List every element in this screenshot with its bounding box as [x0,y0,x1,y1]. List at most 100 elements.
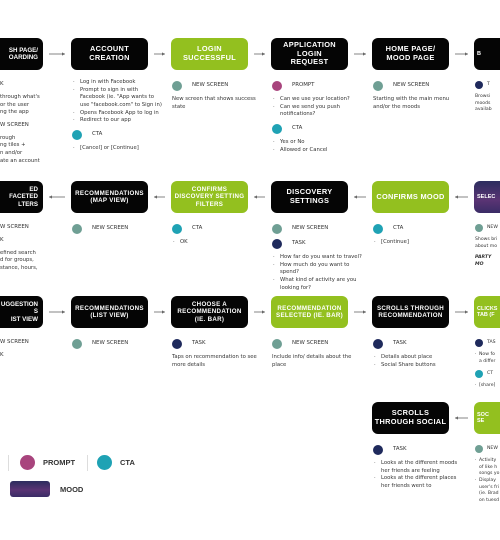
prompt-marker: PROMPT [272,81,364,91]
node-details: NEW SCREEN Include info/ details about th… [272,337,364,374]
new-screen-marker: NEW SCREEN [172,81,264,91]
cta-dot-icon [373,224,383,234]
task-dot-icon [172,339,182,349]
description-text: PARTY MO [475,255,492,267]
task-marker: TAS [475,339,500,347]
prompt-dot-icon [20,455,35,470]
task-dot-icon [373,339,383,349]
bullet-list: Yes or NoAllowed or Cancel [272,139,364,154]
arrow [455,310,468,314]
description-text: Shows bri about mo [475,237,498,249]
marker-label: NEW [487,224,498,230]
marker-label: K [0,351,4,358]
new-screen-dot-icon [272,224,282,234]
bullet-item: Prompt to sign in with Facebook (ie. "Ap… [72,87,164,110]
task-dot-icon [475,81,483,89]
cta-marker: CT [475,370,500,379]
bullet-list: Activity of like h songs yoDisplay user'… [475,458,500,505]
arrow [49,195,65,199]
node-select-mood[interactable]: SELEC [474,181,500,213]
node-login-successful[interactable]: LOGIN SUCCESSFUL [171,38,248,70]
marker-label: NEW SCREEN [92,340,129,347]
marker-label: NEW SCREEN [92,225,129,232]
node-discovery-settings[interactable]: DISCOVERY SETTINGS [271,181,348,213]
node-confirms-discovery-filters[interactable]: CONFIRMS DISCOVERY SETTING FILTERS [171,181,248,213]
legend-divider [87,455,88,471]
task-marker: TASK [272,239,364,249]
marker-label: TASK [393,340,407,347]
new-screen-dot-icon [72,339,82,349]
bullet-item: Social Share buttons [373,362,465,370]
bullet-item: Now fo a differ [475,352,500,365]
legend-label: MOOD [60,484,84,494]
new-screen-marker: NEW [475,445,500,453]
node-details: TASK Looks at the different moods her fri… [373,443,465,496]
marker-label: NEW SCREEN [292,225,329,232]
node-details: NEW SCREEN TASK How far do you want to tra… [272,222,364,297]
arrow [254,195,265,199]
node-splash[interactable]: SH PAGE/ OARDING [0,38,43,70]
task-dot-icon [475,339,483,347]
marker-label: CTA [393,225,404,232]
node-details: NEW SCREEN [72,222,164,239]
legend-divider [8,455,9,471]
node-suggestions-list[interactable]: UGGESTIONS IST VIEW [0,296,43,328]
bullet-list: Now fo a differ [475,352,500,365]
new-screen-marker: NEW SCREEN [272,339,364,349]
bullet-item: Yes or No [272,139,364,147]
new-screen-marker: NEW [475,224,500,232]
marker-label: CTA [92,131,103,138]
node-details: NEW SCREEN New screen that shows success … [172,79,264,116]
legend-cta: CTA [97,455,135,470]
node-details: NEW SCREEN [72,337,164,354]
node-recommendations-map[interactable]: RECOMMENDATIONS (MAP VIEW) [71,181,148,213]
node-details: NEW Shows bri about mo PARTY MO [475,222,500,274]
arrow [455,195,468,199]
node-details: TASK Details about placeSocial Share butt… [373,337,465,374]
new-screen-dot-icon [272,339,282,349]
bullet-list: OK [172,239,264,247]
bullet-item: Allowed or Cancel [272,147,364,155]
marker-label: NEW SCREEN [393,82,430,89]
node-details: Log in with FacebookPrompt to sign in wi… [72,79,164,158]
arrow [354,52,366,56]
marker-label: W SCREEN [0,224,29,230]
task-dot-icon [373,445,383,455]
node-scrolls-recommendation[interactable]: SCROLLS THROUGH RECOMMENDATION [372,296,449,328]
marker-label: K [0,236,4,243]
marker-label: CT [487,370,494,376]
node-choose-recommendation[interactable]: CHOOSE A RECOMMENDATION (IE. BAR) [171,296,248,328]
arrow [154,195,165,199]
node-recommendations-list[interactable]: RECOMMENDATIONS (LIST VIEW) [71,296,148,328]
bullet-item: How much do you want to spend? [272,262,364,277]
node-clicks-tab[interactable]: CLICKS TAB (F [474,296,500,328]
node-social-section[interactable]: SOC SE [474,402,500,434]
node-home-mood-page[interactable]: HOME PAGE/ MOOD PAGE [372,38,449,70]
task-marker: TASK [373,445,465,455]
node-faceted-filters[interactable]: ED FACETED LTERS [0,181,43,213]
node-details: TAS Now fo a differ CT [share] [475,337,500,395]
arrow [254,310,265,314]
prompt-dot-icon [272,81,282,91]
description-text: Starting with the main menu and/or the m… [373,96,450,110]
marker-label: T [487,81,490,87]
bullet-item: Redirect to our app [72,117,164,125]
task-marker: TASK [172,339,264,349]
bullet-item: Can we send you push notifications? [272,104,364,119]
mood-swatch-icon [10,481,50,497]
new-screen-marker: NEW SCREEN [72,224,164,234]
arrow [354,195,366,199]
node-account-creation[interactable]: ACCOUNT CREATION [71,38,148,70]
new-screen-dot-icon [475,224,483,232]
new-screen-marker: NEW SCREEN [373,81,465,91]
node-recommendation-selected[interactable]: RECOMMENDATION SELECTED (IE. BAR) [271,296,348,328]
node-details: NEW Activity of like h songs yoDisplay us… [475,443,500,510]
marker-label: NEW SCREEN [192,82,229,89]
node-application-login-request[interactable]: APPLICATION LOGIN REQUEST [271,38,348,70]
node-scrolls-social[interactable]: SCROLLS THROUGH SOCIAL [372,402,449,434]
node-confirms-mood[interactable]: CONFIRMS MOOD [372,181,449,213]
cta-dot-icon [475,370,483,379]
marker-label: NEW [487,445,498,451]
legend-label: PROMPT [43,458,76,467]
node-browse-moods[interactable]: B [474,38,500,70]
